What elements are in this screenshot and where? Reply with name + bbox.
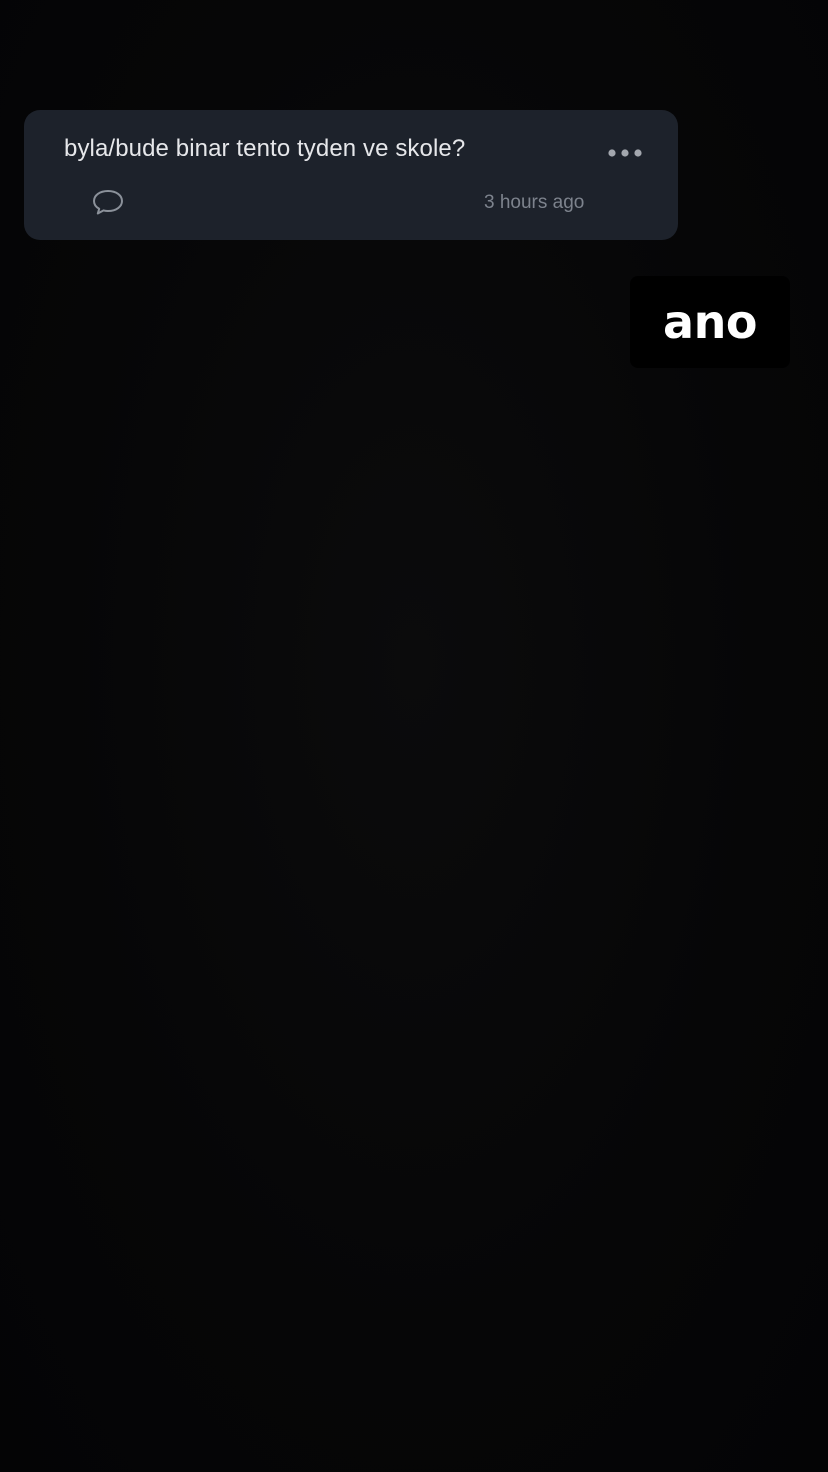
timestamp: 3 hours ago <box>484 192 585 213</box>
question-text: byla/bude binar tento tyden ve skole? <box>64 135 466 162</box>
more-options-button[interactable] <box>604 138 646 168</box>
answer-text: ano <box>663 295 757 349</box>
answer-sticker: ano <box>630 276 790 368</box>
question-card[interactable]: byla/bude binar tento tyden ve skole? 3 … <box>24 110 678 240</box>
more-horizontal-icon <box>608 149 642 157</box>
comment-button[interactable] <box>90 188 126 216</box>
story-screen: byla/bude binar tento tyden ve skole? 3 … <box>0 0 828 1472</box>
comment-bubble-icon <box>93 190 123 215</box>
